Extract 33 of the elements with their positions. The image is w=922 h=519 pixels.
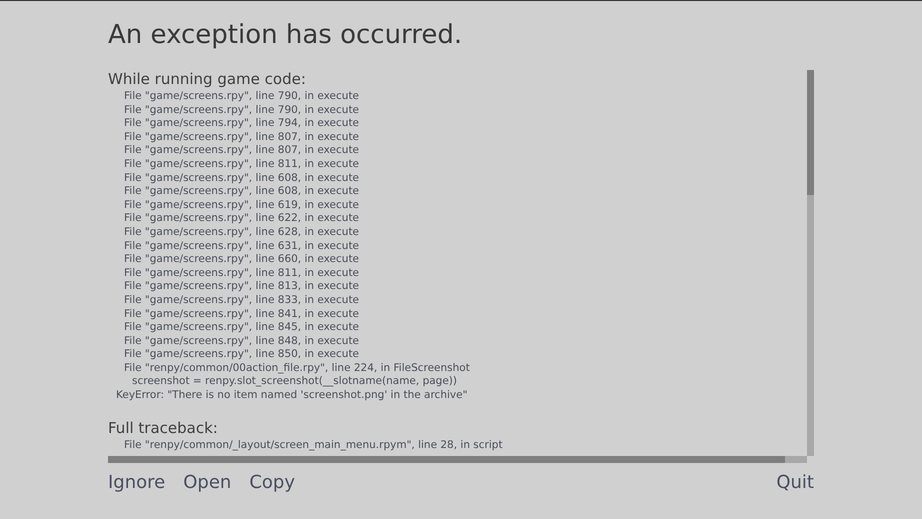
traceback-line: File "game/screens.rpy", line 811, in execute: [124, 158, 360, 172]
traceback-line: File "game/screens.rpy", line 660, in execute: [124, 253, 360, 267]
traceback-line: File "game/screens.rpy", line 811, in execute: [124, 266, 360, 280]
traceback-line: File "game/screens.rpy", line 619, in execute: [124, 198, 360, 212]
traceback-line: File "game/screens.rpy", line 631, in execute: [124, 240, 360, 254]
traceback-line: File "game/screens.rpy", line 790, in execute: [124, 104, 360, 118]
action-button[interactable]: Quit: [776, 471, 814, 495]
action-button[interactable]: Open: [183, 471, 232, 495]
traceback-line: KeyError: "There is no item named 'screenshot.png' in the archive": [116, 389, 468, 403]
traceback-line: File "game/screens.rpy", line 790, in execute: [124, 90, 360, 104]
traceback-line: File "renpy/common/00action_file.rpy", line 224, in FileScreenshot: [124, 362, 470, 376]
traceback-line: File "game/screens.rpy", line 845, in execute: [124, 321, 360, 335]
traceback-line: File "game/screens.rpy", line 848, in execute: [124, 334, 360, 348]
section-heading: While running game code:: [108, 70, 307, 88]
traceback-line: File "game/screens.rpy", line 794, in execute: [124, 117, 360, 131]
traceback-line: File "game/screens.rpy", line 608, in execute: [124, 172, 360, 186]
traceback-line: File "game/screens.rpy", line 850, in execute: [124, 348, 360, 362]
traceback-line: File "game/screens.rpy", line 608, in execute: [124, 185, 360, 199]
traceback-line: File "game/screens.rpy", line 622, in execute: [124, 212, 360, 226]
section-heading: Full traceback:: [108, 418, 219, 437]
traceback-line: screenshot = renpy.slot_screenshot(__slotname(name, page)): [132, 375, 457, 390]
horizontal-scrollbar[interactable]: [108, 456, 807, 463]
traceback-line: File "game/screens.rpy", line 807, in execute: [124, 144, 360, 158]
traceback-line: File "renpy/common/_layout/screen_main_menu.rpym", line 28, in script: [124, 438, 503, 452]
vertical-scrollbar[interactable]: [807, 70, 814, 456]
action-button[interactable]: Copy: [249, 471, 295, 495]
traceback-line: File "game/screens.rpy", line 841, in execute: [124, 308, 360, 322]
action-button[interactable]: Ignore: [108, 471, 166, 495]
error-title: An exception has occurred.: [108, 19, 464, 51]
traceback-line: File "game/screens.rpy", line 813, in execute: [124, 280, 360, 294]
traceback-line: File "game/screens.rpy", line 628, in execute: [124, 226, 360, 240]
traceback-line: File "game/screens.rpy", line 807, in execute: [124, 130, 360, 144]
traceback-line: File "game/screens.rpy", line 833, in execute: [124, 294, 360, 308]
